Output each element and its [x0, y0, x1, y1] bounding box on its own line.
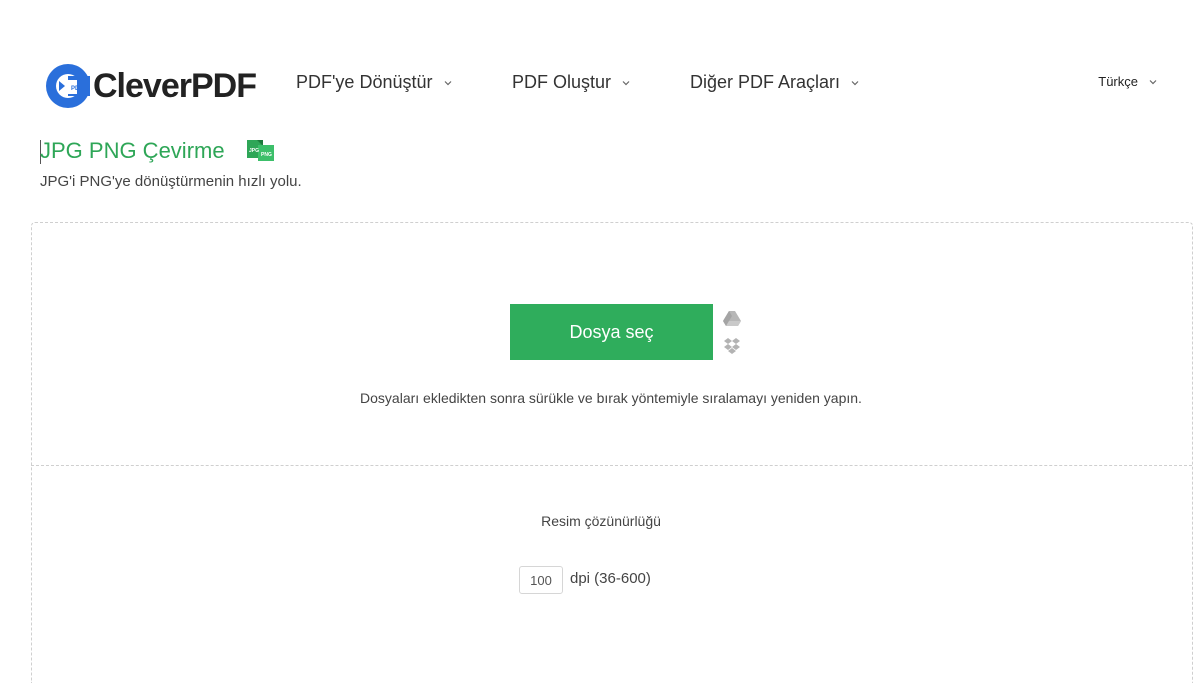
chevron-down-icon: [1149, 79, 1157, 84]
nav-other-pdf-tools[interactable]: Diğer PDF Araçları: [690, 72, 860, 93]
png-label: PNG: [261, 152, 272, 158]
nav-convert-to-pdf-label: PDF'ye Dönüştür: [296, 72, 433, 92]
page-title: JPG PNG Çevirme: [40, 138, 225, 163]
site-header: PDF CleverPDF PDF'ye Dönüştür PDF Oluştu…: [0, 0, 1200, 130]
dpi-input[interactable]: [519, 566, 563, 594]
nav-create-pdf-label: PDF Oluştur: [512, 72, 612, 92]
jpg-label: JPG: [249, 148, 259, 154]
cleverpdf-logo-icon: PDF: [46, 64, 90, 108]
chevron-down-icon: [444, 80, 451, 85]
nav-other-pdf-tools-label: Diğer PDF Araçları: [690, 72, 841, 92]
logo-badge-text: PDF: [71, 86, 83, 92]
language-label: Türkçe: [1098, 74, 1138, 89]
upload-panel: [31, 222, 1193, 683]
page-subtitle: JPG'i PNG'ye dönüştürmenin hızlı yolu.: [40, 173, 302, 190]
reorder-hint: Dosyaları ekledikten sonra sürükle ve bı…: [360, 390, 862, 406]
chevron-down-icon: [622, 80, 630, 85]
title-row: JPG PNG Çevirme JPG PNG: [40, 138, 275, 164]
cleverpdf-logo[interactable]: PDF CleverPDF: [45, 62, 257, 110]
nav-create-pdf[interactable]: PDF Oluştur: [512, 72, 631, 93]
jpg-to-png-icon: JPG PNG: [246, 140, 274, 161]
resolution-label: Resim çözünürlüğü: [541, 513, 661, 529]
nav-convert-to-pdf[interactable]: PDF'ye Dönüştür: [296, 72, 453, 93]
logo-text: CleverPDF: [93, 66, 257, 105]
language-selector[interactable]: Türkçe: [1098, 74, 1158, 89]
chevron-down-icon: [851, 80, 859, 85]
google-drive-icon[interactable]: [723, 309, 741, 327]
choose-file-button[interactable]: Dosya seç: [510, 304, 713, 360]
panel-divider: [31, 465, 1192, 466]
dpi-unit-label: dpi (36-600): [570, 570, 651, 587]
dropbox-icon[interactable]: [723, 337, 741, 355]
